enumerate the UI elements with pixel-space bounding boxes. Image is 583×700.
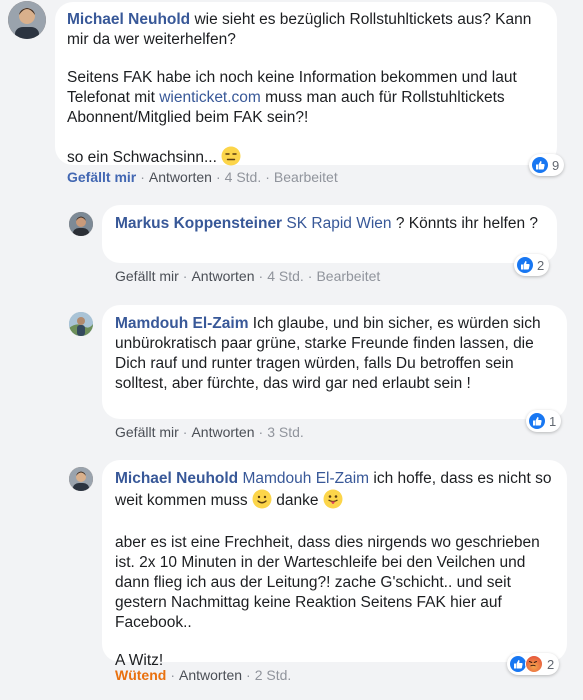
comment-text: so ein Schwachsinn...: [67, 149, 217, 166]
comment-actions: Gefällt mir · Antworten · 3 Std.: [115, 424, 304, 440]
reaction-counter[interactable]: 9: [529, 154, 565, 176]
comment-text: aber es ist eine Frechheit, dass dies ni…: [115, 534, 540, 631]
reply-action[interactable]: Antworten: [191, 424, 254, 440]
reaction-count: 2: [537, 257, 545, 273]
reply-action[interactable]: Antworten: [179, 667, 242, 683]
comment-author[interactable]: Mamdouh El-Zaim: [115, 315, 248, 332]
comment-author[interactable]: Michael Neuhold: [115, 470, 238, 487]
thumbs-up-icon: [532, 157, 548, 173]
like-action[interactable]: Gefällt mir: [67, 169, 136, 185]
reaction-count: 1: [549, 413, 557, 429]
comment-bubble: Michael Neuhold wie sieht es bezüglich R…: [55, 2, 557, 166]
reaction-count: 9: [552, 157, 560, 173]
comment-actions: Wütend · Antworten · 2 Std.: [115, 667, 292, 683]
reaction-count: 2: [547, 656, 555, 672]
comment-actions: Gefällt mir · Antworten · 4 Std. · Bearbeitet: [67, 169, 338, 185]
reaction-counter[interactable]: 2: [514, 254, 550, 276]
comment-bubble: Markus Koppensteiner SK Rapid Wien ? Kön…: [102, 205, 557, 263]
thumbs-up-icon: [529, 413, 545, 429]
avatar[interactable]: [69, 467, 93, 491]
comment-actions: Gefällt mir · Antworten · 4 Std. · Bearbeitet: [115, 268, 381, 284]
like-action[interactable]: Gefällt mir: [115, 424, 179, 440]
angry-reaction-action[interactable]: Wütend: [115, 667, 166, 683]
reaction-counter[interactable]: 2: [507, 653, 560, 675]
edited-label[interactable]: Bearbeitet: [316, 268, 380, 284]
reply-action[interactable]: Antworten: [191, 268, 254, 284]
timestamp[interactable]: 2 Std.: [255, 667, 292, 683]
comment-bubble: Michael Neuhold Mamdouh El-Zaim ich hoff…: [102, 460, 567, 669]
wienticket-link[interactable]: wienticket.com: [159, 89, 261, 106]
angry-face-icon: [525, 655, 543, 673]
timestamp[interactable]: 4 Std.: [225, 169, 262, 185]
comment-author[interactable]: Markus Koppensteiner: [115, 215, 282, 232]
thumbs-up-icon: [510, 656, 526, 672]
comment-author[interactable]: Michael Neuhold: [67, 11, 190, 28]
tongue-out-face-icon: [323, 489, 343, 515]
comment-bubble: Mamdouh El-Zaim Ich glaube, und bin sich…: [102, 305, 567, 419]
comment-text: ? Könnts ihr helfen ?: [391, 215, 539, 232]
avatar[interactable]: [69, 312, 93, 336]
mention-link[interactable]: Mamdouh El-Zaim: [242, 470, 369, 487]
avatar[interactable]: [69, 212, 93, 236]
slightly-smiling-face-icon: [252, 489, 272, 515]
edited-label[interactable]: Bearbeitet: [274, 169, 338, 185]
comment-text: danke: [276, 492, 319, 509]
reply-action[interactable]: Antworten: [149, 169, 212, 185]
like-action[interactable]: Gefällt mir: [115, 268, 179, 284]
timestamp[interactable]: 3 Std.: [267, 424, 304, 440]
reaction-counter[interactable]: 1: [526, 410, 562, 432]
thumbs-up-icon: [517, 257, 533, 273]
mention-link[interactable]: SK Rapid Wien: [286, 215, 391, 232]
timestamp[interactable]: 4 Std.: [267, 268, 304, 284]
avatar[interactable]: [8, 1, 46, 39]
